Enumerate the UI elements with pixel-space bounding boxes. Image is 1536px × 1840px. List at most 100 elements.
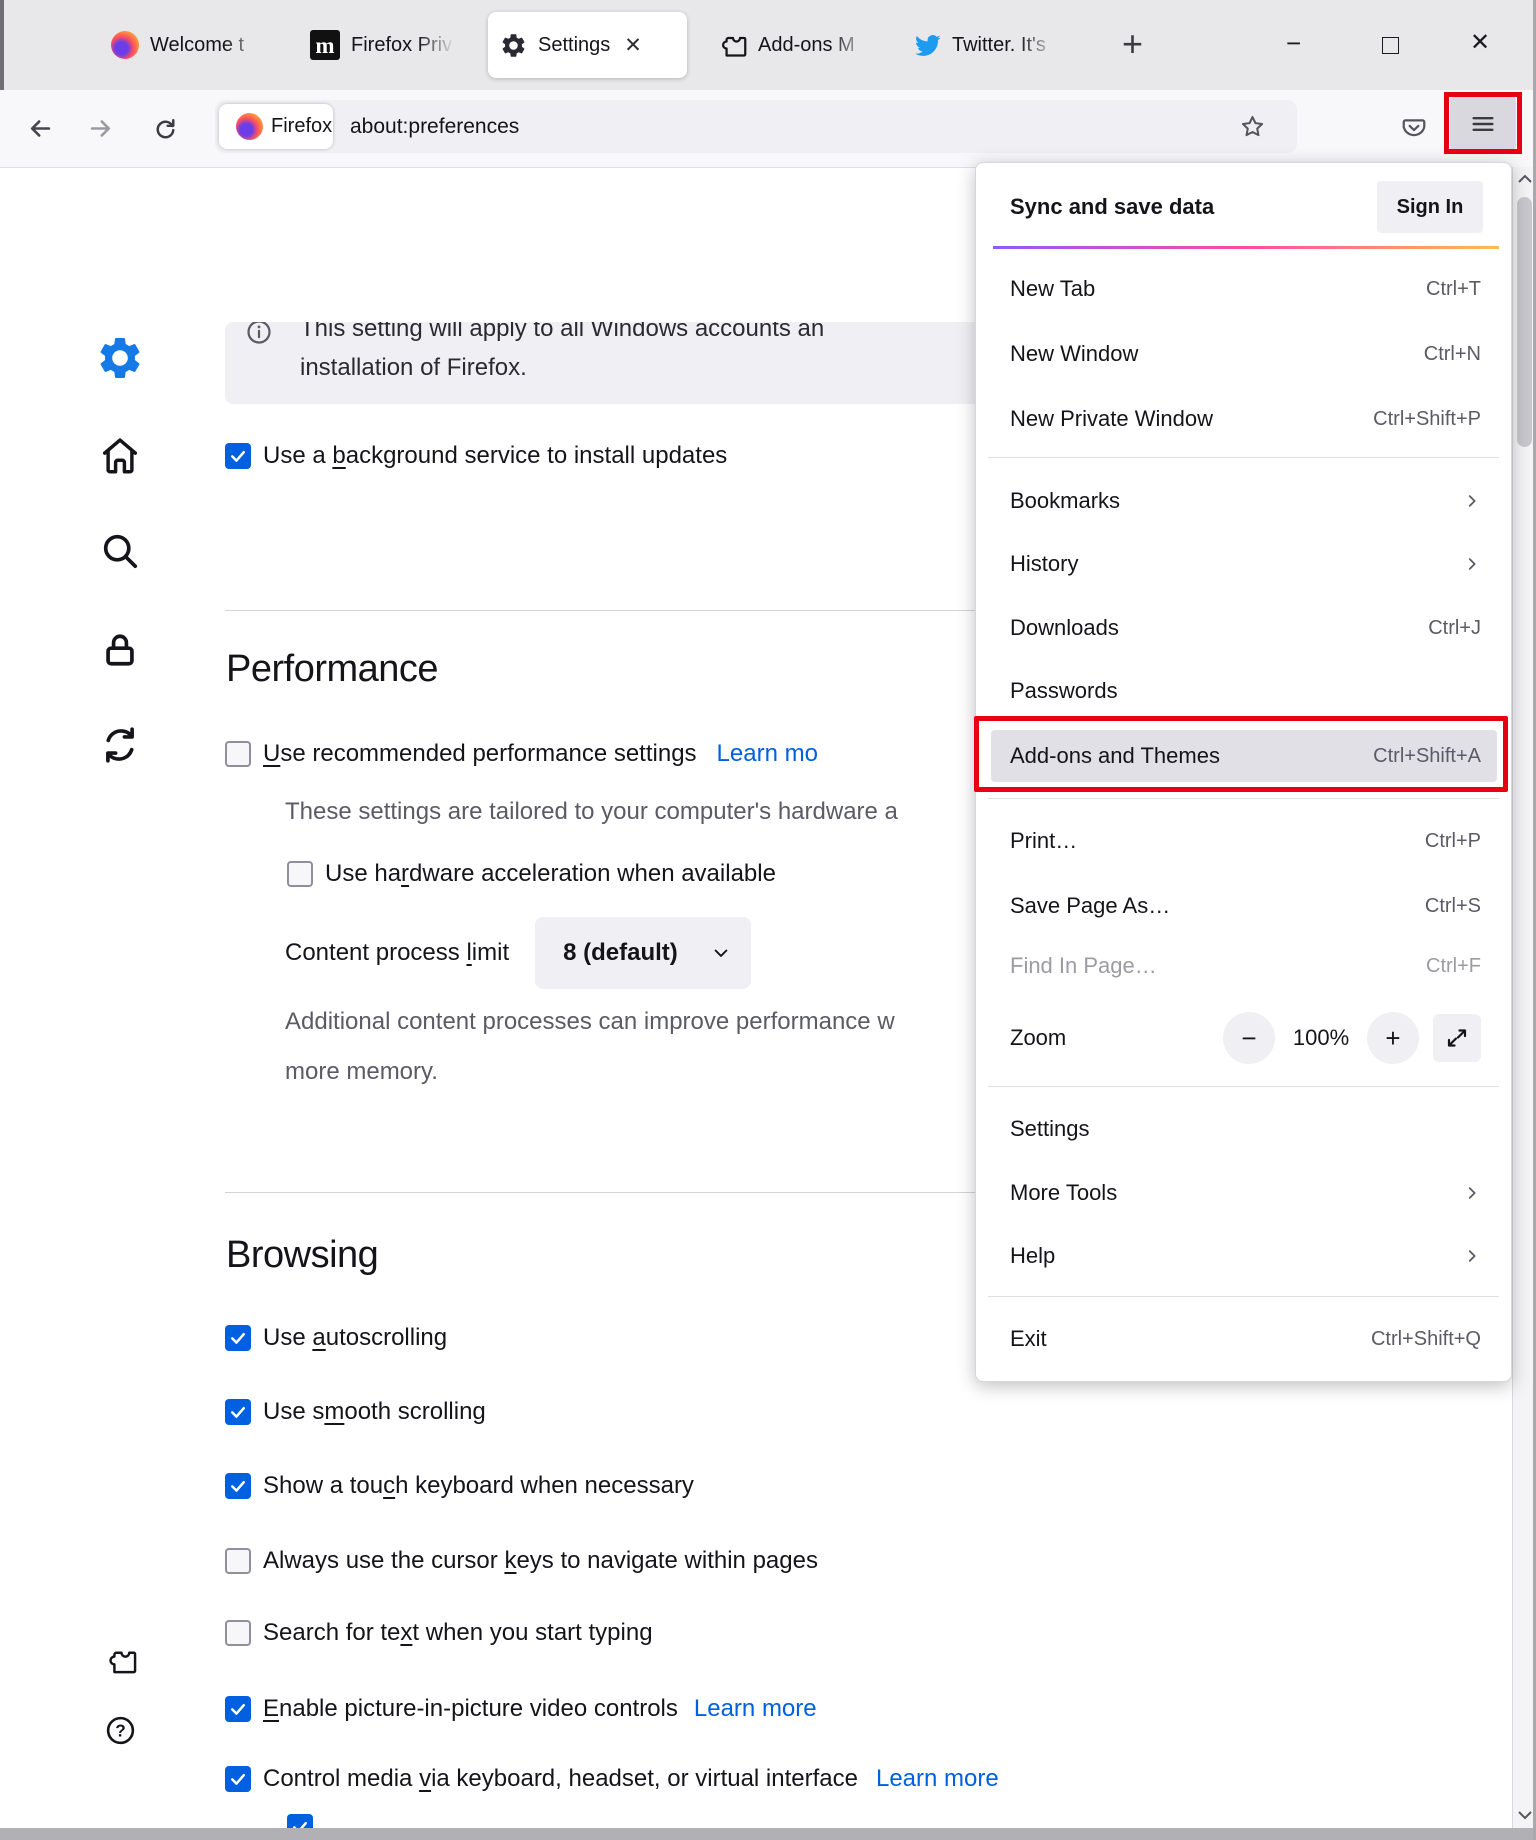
svg-text:?: ? — [115, 1720, 126, 1740]
close-window-button[interactable]: ✕ — [1470, 31, 1490, 55]
new-tab-button[interactable]: + — [1122, 26, 1143, 62]
performance-heading: Performance — [226, 648, 438, 691]
checkbox-row-recommended-settings: Use recommended performance settings Lea… — [225, 740, 818, 768]
checkbox-row-touch-keyboard: Show a touch keyboard when necessary — [225, 1472, 694, 1500]
scroll-up-icon[interactable] — [1517, 173, 1533, 185]
menu-item-history[interactable]: History — [1010, 538, 1481, 590]
menu-item-zoom: Zoom − 100% + — [1010, 1012, 1481, 1064]
sidebar-item-general[interactable] — [96, 334, 144, 382]
checkbox-checked[interactable] — [225, 443, 251, 469]
checkbox-row-search-typing: Search for text when you start typing — [225, 1619, 653, 1647]
zoom-out-button[interactable]: − — [1223, 1012, 1275, 1064]
lock-icon — [98, 628, 142, 672]
url-bar[interactable]: Firefox about:preferences — [215, 100, 1297, 153]
checkbox-label: Use smooth scrolling — [263, 1398, 486, 1426]
checkbox-checked[interactable] — [225, 1473, 251, 1499]
menu-header-title: Sync and save data — [1010, 194, 1214, 220]
checkbox-row-autoscrolling: Use autoscrolling — [225, 1324, 447, 1352]
tab-twitter[interactable]: Twitter. It's — [902, 12, 1072, 78]
menu-item-passwords[interactable]: Passwords — [1010, 665, 1481, 717]
chevron-right-icon — [1463, 1184, 1481, 1202]
brand-gradient-divider — [993, 246, 1499, 249]
menu-item-save-page-as[interactable]: Save Page As…Ctrl+S — [1010, 880, 1481, 932]
puzzle-icon — [106, 1645, 137, 1676]
checkbox-row-picture-in-picture: Enable picture-in-picture video controls… — [225, 1695, 817, 1723]
content-process-limit-select[interactable]: 8 (default) — [535, 917, 751, 989]
annotation-hamburger-highlight — [1444, 92, 1522, 154]
menu-item-find-in-page: Find In Page…Ctrl+F — [1010, 940, 1481, 992]
checkbox-row-smooth-scrolling: Use smooth scrolling — [225, 1398, 486, 1426]
menu-item-new-tab[interactable]: New TabCtrl+T — [1010, 263, 1481, 315]
forward-icon[interactable] — [87, 115, 114, 142]
sidebar-item-home[interactable] — [97, 433, 143, 479]
checkbox-unchecked[interactable] — [225, 1548, 251, 1574]
scrollbar-thumb[interactable] — [1517, 197, 1532, 447]
site-identity-chip[interactable]: Firefox — [219, 104, 333, 149]
sidebar-item-privacy[interactable] — [98, 628, 142, 672]
tab-addons[interactable]: Add-ons M — [707, 12, 887, 78]
maximize-button[interactable] — [1382, 37, 1399, 54]
sign-in-button[interactable]: Sign In — [1377, 181, 1483, 233]
checkbox-row-background-service: Use a background service to install upda… — [225, 442, 727, 470]
navigation-toolbar: Firefox about:preferences — [0, 90, 1536, 168]
tab-firefox-privacy[interactable]: m Firefox Priv — [298, 12, 470, 78]
sidebar-item-sync[interactable] — [98, 723, 142, 767]
checkbox-unchecked[interactable] — [225, 741, 251, 767]
back-icon[interactable] — [27, 115, 54, 142]
checkbox-checked[interactable] — [225, 1696, 251, 1722]
checkbox-checked[interactable] — [225, 1766, 251, 1792]
checkbox-row-cursor-keys: Always use the cursor keys to navigate w… — [225, 1547, 818, 1575]
learn-more-link[interactable]: Learn more — [876, 1765, 999, 1793]
tab-welcome[interactable]: Welcome t — [99, 12, 284, 78]
bottom-scrollbar-strip[interactable] — [0, 1828, 1536, 1840]
checkbox-label: Use autoscrolling — [263, 1324, 447, 1352]
url-text[interactable]: about:preferences — [350, 100, 519, 153]
fullscreen-button[interactable] — [1433, 1014, 1481, 1062]
checkbox-checked[interactable] — [225, 1399, 251, 1425]
tab-settings[interactable]: Settings ✕ — [488, 12, 687, 78]
notice-line2: installation of Firefox. — [300, 354, 527, 382]
checkbox-unchecked[interactable] — [225, 1620, 251, 1646]
bookmark-star-icon[interactable] — [1239, 113, 1266, 140]
sidebar-item-extensions[interactable] — [106, 1645, 137, 1676]
menu-item-downloads[interactable]: DownloadsCtrl+J — [1010, 602, 1481, 654]
tab-bar: Welcome t m Firefox Priv Settings ✕ Add-… — [0, 0, 1536, 90]
checkbox-label: Search for text when you start typing — [263, 1619, 653, 1647]
tab-close-icon[interactable]: ✕ — [624, 35, 642, 56]
sidebar-item-search[interactable] — [98, 529, 142, 573]
menu-item-more-tools[interactable]: More Tools — [1010, 1167, 1481, 1219]
zoom-in-button[interactable]: + — [1367, 1012, 1419, 1064]
menu-divider — [988, 1086, 1499, 1087]
pocket-icon[interactable] — [1400, 114, 1428, 142]
learn-more-link[interactable]: Learn more — [694, 1695, 817, 1723]
checkbox-row-control-media: Control media via keyboard, headset, or … — [225, 1765, 999, 1793]
menu-divider — [988, 798, 1499, 799]
menu-item-new-window[interactable]: New WindowCtrl+N — [1010, 328, 1481, 380]
recommended-note: These settings are tailored to your comp… — [285, 798, 898, 826]
tab-title: Add-ons M — [758, 34, 874, 57]
sidebar-item-support[interactable]: ? — [104, 1714, 137, 1747]
notice-line1: This setting will apply to all Windows a… — [300, 322, 824, 348]
menu-item-new-private-window[interactable]: New Private WindowCtrl+Shift+P — [1010, 393, 1481, 445]
firefox-logo-icon — [111, 31, 139, 59]
info-icon — [245, 322, 273, 346]
checkbox-checked[interactable] — [225, 1325, 251, 1351]
mozilla-m-icon: m — [310, 30, 340, 60]
menu-item-bookmarks[interactable]: Bookmarks — [1010, 475, 1481, 527]
tab-title: Welcome t — [150, 34, 270, 57]
checkbox-label: Control media via keyboard, headset, or … — [263, 1765, 858, 1793]
learn-more-link[interactable]: Learn mo — [717, 740, 818, 768]
checkbox-unchecked[interactable] — [287, 861, 313, 887]
menu-item-settings[interactable]: Settings — [1010, 1103, 1481, 1155]
checkbox-label: Show a touch keyboard when necessary — [263, 1472, 694, 1500]
sync-icon — [98, 723, 142, 767]
menu-item-help[interactable]: Help — [1010, 1230, 1481, 1282]
menu-divider — [988, 1296, 1499, 1297]
minimize-button[interactable]: − — [1286, 30, 1301, 56]
menu-item-exit[interactable]: ExitCtrl+Shift+Q — [1010, 1313, 1481, 1365]
reload-icon[interactable] — [152, 115, 179, 142]
menu-item-print[interactable]: Print…Ctrl+P — [1010, 815, 1481, 867]
scroll-down-icon[interactable] — [1517, 1809, 1533, 1821]
zoom-level[interactable]: 100% — [1289, 1025, 1353, 1051]
fullscreen-icon — [1445, 1026, 1469, 1050]
